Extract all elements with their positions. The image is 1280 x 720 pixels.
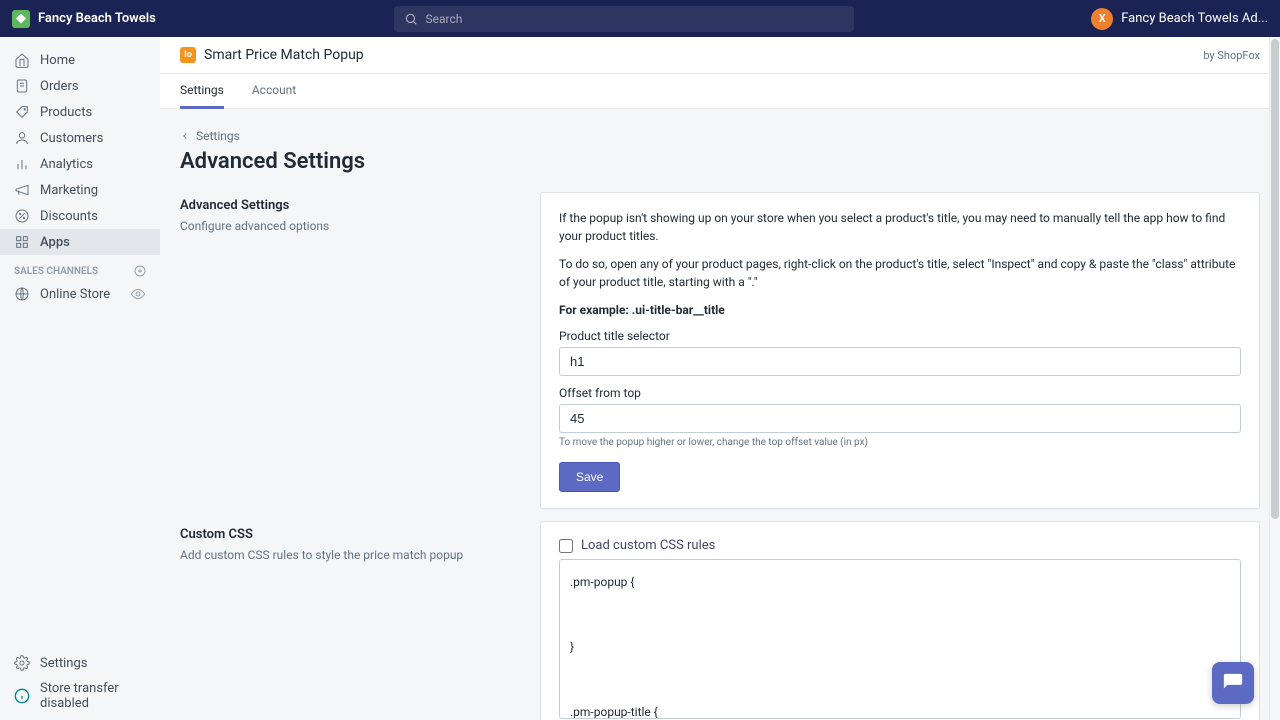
online-store-icon xyxy=(14,286,30,302)
section-css-title: Custom CSS xyxy=(180,527,520,542)
discounts-icon xyxy=(14,208,30,224)
view-store-icon[interactable] xyxy=(130,286,146,302)
nav-products[interactable]: Products xyxy=(0,99,160,125)
advanced-settings-card: If the popup isn't showing up on your st… xyxy=(540,192,1260,509)
nav-label: Orders xyxy=(40,79,79,94)
tab-settings[interactable]: Settings xyxy=(180,74,224,109)
offset-top-label: Offset from top xyxy=(559,386,1241,400)
main-content: Io Smart Price Match Popup by ShopFox Se… xyxy=(160,37,1280,720)
offset-hint: To move the popup higher or lower, chang… xyxy=(559,437,1241,448)
app-icon: Io xyxy=(180,47,196,63)
avatar: X xyxy=(1091,8,1113,30)
custom-css-textarea[interactable]: .pm-popup { } .pm-popup-title { } .pm-po… xyxy=(559,559,1241,719)
load-css-checkbox[interactable] xyxy=(559,539,573,553)
marketing-icon xyxy=(14,182,30,198)
add-channel-icon[interactable] xyxy=(134,265,146,277)
page-title: Advanced Settings xyxy=(180,149,1260,174)
custom-css-card: Load custom CSS rules .pm-popup { } .pm-… xyxy=(540,521,1260,720)
breadcrumb-back[interactable]: Settings xyxy=(180,129,1260,143)
product-title-selector-label: Product title selector xyxy=(559,329,1241,343)
nav-discounts[interactable]: Discounts xyxy=(0,203,160,229)
shopify-logo-icon xyxy=(12,10,30,28)
home-icon xyxy=(14,52,30,68)
apps-icon xyxy=(14,234,30,250)
section-css-desc: Add custom CSS rules to style the price … xyxy=(180,548,520,562)
chat-icon xyxy=(1222,672,1244,694)
advanced-example: For example: .ui-title-bar__title xyxy=(559,301,1241,319)
products-icon xyxy=(14,104,30,120)
tabs: Settings Account xyxy=(160,74,1280,109)
nav-label: Settings xyxy=(40,656,87,671)
nav-home[interactable]: Home xyxy=(0,47,160,73)
app-header: Io Smart Price Match Popup by ShopFox xyxy=(160,37,1280,74)
search-icon xyxy=(404,12,418,26)
nav-label: Customers xyxy=(40,131,103,146)
tab-account[interactable]: Account xyxy=(252,74,296,108)
nav-store-transfer[interactable]: Store transfer disabled xyxy=(0,676,160,716)
nav-label: Analytics xyxy=(40,157,93,172)
nav-settings[interactable]: Settings xyxy=(0,650,160,676)
search-placeholder: Search xyxy=(426,12,463,26)
chevron-left-icon xyxy=(180,131,190,141)
scrollbar-thumb[interactable] xyxy=(1271,39,1279,519)
topbar: Fancy Beach Towels Search X Fancy Beach … xyxy=(0,0,1280,37)
search-input[interactable]: Search xyxy=(394,6,854,32)
nav-label: Apps xyxy=(40,235,70,250)
nav-customers[interactable]: Customers xyxy=(0,125,160,151)
nav-analytics[interactable]: Analytics xyxy=(0,151,160,177)
load-css-checkbox-row[interactable]: Load custom CSS rules xyxy=(559,538,1241,553)
app-byline: by ShopFox xyxy=(1203,49,1260,62)
app-title: Smart Price Match Popup xyxy=(204,47,364,63)
product-title-selector-input[interactable] xyxy=(559,347,1241,376)
advanced-help-p2: To do so, open any of your product pages… xyxy=(559,255,1241,291)
gear-icon xyxy=(14,655,30,671)
account-label: Fancy Beach Towels Ad... xyxy=(1121,11,1268,26)
nav-label: Home xyxy=(40,53,75,68)
customers-icon xyxy=(14,130,30,146)
section-advanced-title: Advanced Settings xyxy=(180,198,520,213)
scrollbar[interactable] xyxy=(1269,37,1280,720)
nav-label: Discounts xyxy=(40,209,98,224)
section-advanced-desc: Configure advanced options xyxy=(180,219,520,233)
orders-icon xyxy=(14,78,30,94)
nav-apps[interactable]: Apps xyxy=(0,229,160,255)
save-advanced-button[interactable]: Save xyxy=(559,462,620,492)
analytics-icon xyxy=(14,156,30,172)
nav-online-store[interactable]: Online Store xyxy=(0,281,160,307)
nav-marketing[interactable]: Marketing xyxy=(0,177,160,203)
sales-channels-heading: SALES CHANNELS xyxy=(0,255,160,281)
nav-label: Marketing xyxy=(40,183,98,198)
advanced-help-p1: If the popup isn't showing up on your st… xyxy=(559,209,1241,245)
breadcrumb-label: Settings xyxy=(196,129,240,143)
sidebar: Home Orders Products Customers Analytics… xyxy=(0,37,160,720)
offset-top-input[interactable] xyxy=(559,404,1241,433)
nav-orders[interactable]: Orders xyxy=(0,73,160,99)
chat-widget-button[interactable] xyxy=(1212,662,1254,704)
info-icon xyxy=(14,688,30,704)
nav-label: Online Store xyxy=(40,287,110,302)
nav-label: Products xyxy=(40,105,92,120)
store-name[interactable]: Fancy Beach Towels xyxy=(38,11,156,26)
account-menu[interactable]: X Fancy Beach Towels Ad... xyxy=(1091,8,1268,30)
load-css-label: Load custom CSS rules xyxy=(581,538,715,553)
nav-label: Store transfer disabled xyxy=(40,681,146,711)
